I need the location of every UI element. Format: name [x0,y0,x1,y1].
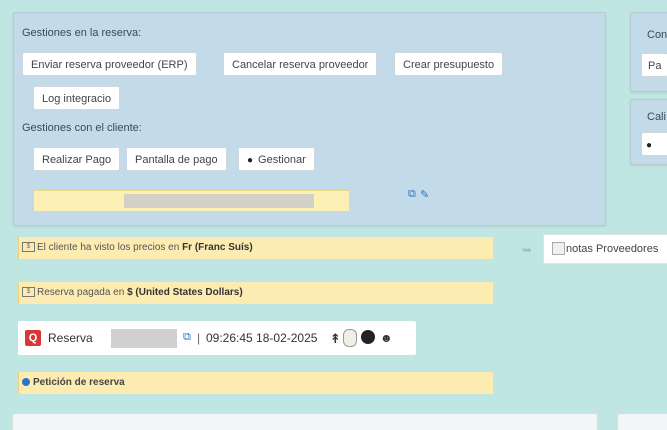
user-icon: ☻ [380,331,393,345]
cliente-actions-heading: Gestiones con el cliente: [22,122,142,134]
edit-icon[interactable]: ✎ [420,188,429,201]
log-integracio-button[interactable]: Log integracio [33,86,121,110]
gestionar-button[interactable]: ● Gestionar [238,147,315,171]
money-icon: $ [22,242,35,253]
reserva-datetime: 09:26:45 18-02-2025 [206,331,318,345]
pantalla-de-pago-button[interactable]: Pantalla de pago [126,147,227,171]
realizar-pago-button[interactable]: Realizar Pago [33,147,121,171]
money-icon [343,329,357,347]
right-panel-top: Con Pa [630,12,667,92]
person-arrow-icon: ↟ [330,331,341,346]
enviar-reserva-proveedor-button[interactable]: Enviar reserva proveedor (ERP) [22,52,197,76]
right-panel-middle-title: Cali [647,111,666,123]
right-panel-middle: Cali ● [630,99,667,165]
right-panel-top-button[interactable]: Pa [641,53,667,77]
right-panel-middle-button[interactable]: ● [641,132,667,156]
comment-icon: ● [247,155,254,166]
bottom-panel-right [617,413,667,430]
precios-info-bar: $ El cliente ha visto los precios en Fr (… [18,237,493,259]
precios-prefix: El cliente ha visto los precios en [37,242,183,253]
reserva-separator: | [197,331,201,345]
bottom-panel-left [12,413,598,430]
money-icon: $ [22,287,35,298]
reserva-card: Q Reserva ⧉ | 09:26:45 18-02-2025 ↟ ☻ [18,321,416,355]
peticion-reserva-bar[interactable]: Petición de reserva [18,372,493,394]
bolt-circle-icon [361,330,375,344]
reserva-actions-heading: Gestiones en la reserva: [22,27,142,39]
arrow-icon: ➥ [522,243,533,257]
redacted-value [124,194,314,208]
redacted-reserva-code [111,329,177,348]
copy-icon[interactable]: ⧉ [183,331,191,344]
right-panel-top-title: Con [647,29,667,41]
precios-currency: Fr (Franc Suís) [182,242,253,253]
letter-q-brand-icon: Q [25,330,41,346]
notas-proveedores-image[interactable]: notas Proveedores [543,234,667,264]
gestionar-label: Gestionar [258,154,306,166]
copy-icon[interactable]: ⧉ [408,188,416,201]
pagada-currency: $ (United States Dollars) [127,287,243,298]
broken-image-icon [552,242,565,255]
reserva-actions-panel: Gestiones en la reserva: Enviar reserva … [13,12,606,226]
reference-field[interactable] [33,190,350,212]
cancelar-reserva-proveedor-button[interactable]: Cancelar reserva proveedor [223,52,378,76]
info-icon [22,378,30,387]
pagada-prefix: Reserva pagada en [37,287,128,298]
reserva-label: Reserva [48,331,93,345]
pagada-info-bar: $ Reserva pagada en $ (United States Doll… [18,282,493,304]
comment-icon: ● [646,140,653,151]
peticion-label: Petición de reserva [33,377,125,388]
crear-presupuesto-button[interactable]: Crear presupuesto [394,52,504,76]
notas-alt-text: notas Proveedores [566,243,659,255]
